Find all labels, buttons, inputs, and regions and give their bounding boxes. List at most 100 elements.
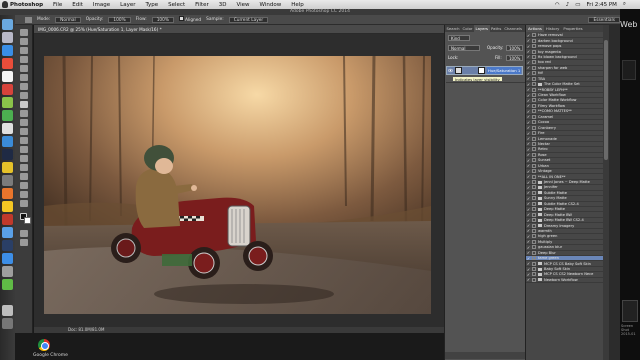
dialog-toggle-icon[interactable] bbox=[532, 212, 536, 217]
preferences-icon[interactable] bbox=[2, 175, 13, 186]
tab-layers[interactable]: Layers bbox=[473, 25, 490, 32]
dodge-tool-icon[interactable] bbox=[20, 146, 28, 153]
dialog-toggle-icon[interactable] bbox=[532, 190, 536, 195]
dialog-toggle-icon[interactable] bbox=[532, 152, 536, 157]
action-check-icon[interactable]: ✓ bbox=[526, 191, 531, 195]
dialog-toggle-icon[interactable] bbox=[532, 141, 536, 146]
action-check-icon[interactable]: ✓ bbox=[526, 131, 531, 135]
crop-tool-icon[interactable] bbox=[20, 65, 28, 72]
tab-history[interactable]: History bbox=[544, 25, 562, 32]
mail-icon[interactable] bbox=[2, 227, 13, 238]
photoshop-icon[interactable] bbox=[2, 240, 13, 251]
menu-file[interactable]: File bbox=[48, 2, 67, 8]
menu-image[interactable]: Image bbox=[88, 2, 115, 8]
menu-help[interactable]: Help bbox=[286, 2, 309, 8]
screen-mode-icon[interactable] bbox=[20, 239, 28, 246]
canvas-photo[interactable] bbox=[44, 56, 431, 314]
tab-actions[interactable]: Actions bbox=[526, 25, 544, 32]
hand-tool-icon[interactable] bbox=[20, 191, 28, 198]
layer-name[interactable]: Hue/Saturation 1 bbox=[487, 67, 521, 74]
dialog-toggle-icon[interactable] bbox=[532, 147, 536, 152]
dialog-toggle-icon[interactable] bbox=[532, 49, 536, 54]
dialog-toggle-icon[interactable] bbox=[532, 87, 536, 92]
apple-menu-icon[interactable] bbox=[2, 1, 8, 8]
action-check-icon[interactable]: ✓ bbox=[526, 125, 531, 129]
dialog-toggle-icon[interactable] bbox=[532, 250, 536, 255]
action-check-icon[interactable]: ✓ bbox=[526, 33, 531, 37]
action-check-icon[interactable]: ✓ bbox=[526, 207, 531, 211]
action-check-icon[interactable]: ✓ bbox=[526, 104, 531, 108]
finder-icon[interactable] bbox=[2, 19, 13, 30]
messages-icon[interactable] bbox=[2, 97, 13, 108]
zoom-tool-icon[interactable] bbox=[20, 200, 28, 207]
dialog-toggle-icon[interactable] bbox=[532, 131, 536, 136]
tab-paths[interactable]: Paths bbox=[490, 25, 503, 32]
dialog-toggle-icon[interactable] bbox=[532, 218, 536, 223]
dialog-toggle-icon[interactable] bbox=[532, 136, 536, 141]
blur-tool-icon[interactable] bbox=[20, 137, 28, 144]
dialog-toggle-icon[interactable] bbox=[532, 256, 536, 261]
dialog-toggle-icon[interactable] bbox=[532, 76, 536, 81]
history-brush-tool-icon[interactable] bbox=[20, 110, 28, 117]
dialog-toggle-icon[interactable] bbox=[532, 98, 536, 103]
healing-brush-tool-icon[interactable] bbox=[20, 83, 28, 90]
dialog-toggle-icon[interactable] bbox=[532, 82, 536, 87]
move-tool-icon[interactable] bbox=[20, 29, 28, 36]
aligned-checkbox[interactable]: Aligned bbox=[179, 16, 201, 23]
folder-icon[interactable] bbox=[2, 201, 13, 212]
action-check-icon[interactable]: ✓ bbox=[526, 98, 531, 102]
action-check-icon[interactable]: ✓ bbox=[526, 229, 531, 233]
sample-select[interactable]: Current Layer bbox=[228, 16, 269, 23]
menu-layer[interactable]: Layer bbox=[115, 2, 140, 8]
dialog-toggle-icon[interactable] bbox=[532, 223, 536, 228]
dialog-toggle-icon[interactable] bbox=[532, 245, 536, 250]
action-check-icon[interactable]: ✓ bbox=[526, 174, 531, 178]
dialog-toggle-icon[interactable] bbox=[532, 109, 536, 114]
action-check-icon[interactable]: ✓ bbox=[526, 218, 531, 222]
action-check-icon[interactable]: ✓ bbox=[526, 164, 531, 168]
dialog-toggle-icon[interactable] bbox=[532, 239, 536, 244]
action-check-icon[interactable]: ✓ bbox=[526, 169, 531, 173]
dialog-toggle-icon[interactable] bbox=[532, 272, 536, 277]
action-check-icon[interactable]: ✓ bbox=[526, 109, 531, 113]
action-check-icon[interactable]: ✓ bbox=[526, 278, 531, 282]
launchpad-icon[interactable] bbox=[2, 32, 13, 43]
action-check-icon[interactable]: ✓ bbox=[526, 120, 531, 124]
menubar-clock[interactable]: Fri 2:45 PM bbox=[586, 2, 616, 8]
dialog-toggle-icon[interactable] bbox=[532, 93, 536, 98]
dialog-toggle-icon[interactable] bbox=[532, 180, 536, 185]
dialog-toggle-icon[interactable] bbox=[532, 54, 536, 59]
action-check-icon[interactable]: ✓ bbox=[526, 202, 531, 206]
facetime-icon[interactable] bbox=[2, 110, 13, 121]
layer-opacity-field[interactable]: 100% bbox=[506, 45, 523, 51]
dialog-toggle-icon[interactable] bbox=[532, 169, 536, 174]
safari-icon[interactable] bbox=[2, 45, 13, 56]
terminal-icon[interactable] bbox=[2, 266, 13, 277]
lasso-tool-icon[interactable] bbox=[20, 47, 28, 54]
volume-icon[interactable]: ♪ bbox=[566, 2, 570, 8]
dialog-toggle-icon[interactable] bbox=[532, 65, 536, 70]
calendar-icon[interactable] bbox=[2, 71, 13, 82]
tab-color[interactable]: Color bbox=[461, 25, 474, 32]
lightroom-icon[interactable] bbox=[2, 149, 13, 160]
notes-icon[interactable] bbox=[2, 162, 13, 173]
action-check-icon[interactable]: ✓ bbox=[526, 44, 531, 48]
chrome-icon[interactable] bbox=[2, 58, 13, 69]
marquee-tool-icon[interactable] bbox=[20, 38, 28, 45]
action-check-icon[interactable]: ✓ bbox=[526, 223, 531, 227]
action-check-icon[interactable]: ✓ bbox=[526, 153, 531, 157]
edge-file-icon[interactable] bbox=[622, 60, 636, 80]
dialog-toggle-icon[interactable] bbox=[532, 120, 536, 125]
dialog-toggle-icon[interactable] bbox=[532, 158, 536, 163]
search-icon[interactable]: ⌕ bbox=[623, 1, 626, 8]
fill-field[interactable]: 100% bbox=[506, 55, 523, 61]
action-check-icon[interactable]: ✓ bbox=[526, 212, 531, 216]
music-icon[interactable] bbox=[2, 84, 13, 95]
dialog-toggle-icon[interactable] bbox=[532, 174, 536, 179]
action-check-icon[interactable]: ✓ bbox=[526, 82, 531, 86]
action-check-icon[interactable]: ✓ bbox=[526, 66, 531, 70]
type-tool-icon[interactable] bbox=[20, 164, 28, 171]
action-set-row[interactable]: ✓ Newborn Workflow bbox=[526, 278, 603, 284]
dialog-toggle-icon[interactable] bbox=[532, 125, 536, 130]
dialog-toggle-icon[interactable] bbox=[532, 196, 536, 201]
